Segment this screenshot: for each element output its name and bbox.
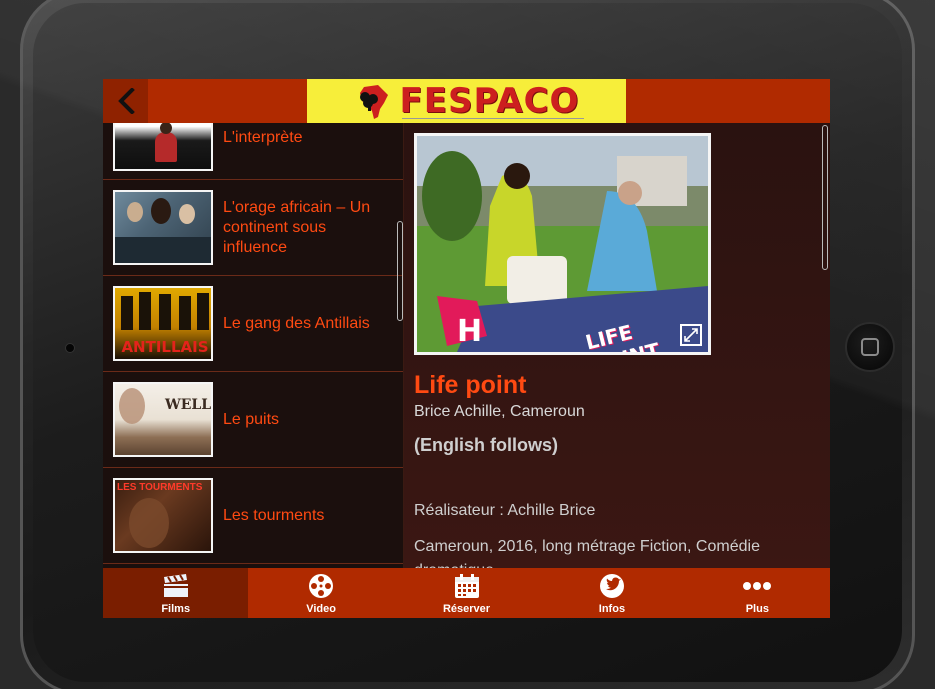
expand-icon[interactable] bbox=[680, 324, 702, 346]
logo-underline bbox=[402, 118, 584, 119]
film-detail-subtitle: Brice Achille, Cameroun bbox=[414, 403, 585, 420]
tab-label: Réserver bbox=[442, 603, 491, 615]
film-thumbnail: LES TOURMENTS bbox=[113, 478, 213, 553]
film-info: Cameroun, 2016, long métrage Fiction, Co… bbox=[414, 538, 760, 568]
detail-scrollbar[interactable] bbox=[822, 125, 828, 270]
more-icon bbox=[743, 582, 772, 590]
film-thumbnail bbox=[113, 190, 213, 265]
film-detail-title: Life point bbox=[414, 371, 527, 399]
tab-label: Video bbox=[306, 603, 336, 615]
list-item[interactable]: LES TOURMENTS Les tourments bbox=[103, 468, 403, 564]
film-language-note: (English follows) bbox=[414, 435, 558, 455]
tab-label: Plus bbox=[745, 603, 769, 615]
clapperboard-icon bbox=[163, 574, 188, 597]
list-item[interactable]: WELL Le puits bbox=[103, 372, 403, 468]
svg-text:H: H bbox=[457, 314, 482, 349]
film-title: Le puits bbox=[223, 411, 280, 428]
film-director: Réalisateur : Achille Brice bbox=[414, 502, 596, 519]
africa-map-icon bbox=[359, 85, 388, 119]
tab-label: Infos bbox=[598, 603, 626, 615]
film-title: L'orage africain – Un continent sous inf… bbox=[223, 199, 371, 256]
list-item[interactable]: ANTILLAIS Le gang des Antillais bbox=[103, 276, 403, 372]
film-thumbnail: WELL bbox=[113, 382, 213, 457]
home-button[interactable] bbox=[845, 322, 895, 372]
film-title: Le gang des Antillais bbox=[223, 315, 370, 332]
list-item[interactable]: L'interprète bbox=[103, 123, 403, 180]
tab-plus[interactable]: Plus bbox=[685, 568, 830, 618]
calendar-icon bbox=[454, 574, 479, 598]
tab-bar: Films Video Réserver Infos Plus bbox=[103, 568, 830, 618]
film-detail: H LIFE POINT Life point Brice Achille, C… bbox=[404, 123, 830, 568]
logo-text: FESPACO bbox=[399, 81, 580, 121]
film-hero-image[interactable]: H LIFE POINT bbox=[414, 133, 711, 355]
top-bar: FESPACO bbox=[103, 79, 830, 123]
film-title: L'interprète bbox=[223, 129, 303, 146]
list-item[interactable]: L'orage africain – Un continent sous inf… bbox=[103, 180, 403, 276]
film-thumbnail: ANTILLAIS bbox=[113, 286, 213, 361]
tab-reserver[interactable]: Réserver bbox=[394, 568, 539, 618]
expand-arrows-icon bbox=[684, 328, 698, 342]
app-screen: FESPACO L'interprète L'orage africain – … bbox=[103, 79, 830, 618]
twitter-icon bbox=[599, 574, 624, 598]
tab-films[interactable]: Films bbox=[103, 568, 249, 618]
tab-infos[interactable]: Infos bbox=[539, 568, 684, 618]
film-thumbnail bbox=[113, 123, 213, 171]
film-list[interactable]: L'interprète L'orage africain – Un conti… bbox=[103, 123, 403, 568]
film-title: Les tourments bbox=[223, 507, 325, 524]
back-button[interactable] bbox=[103, 79, 148, 123]
chevron-left-icon bbox=[117, 88, 135, 114]
tab-label: Films bbox=[161, 603, 191, 615]
home-square-icon bbox=[861, 338, 879, 356]
film-reel-icon bbox=[309, 574, 334, 598]
fespaco-logo: FESPACO bbox=[307, 79, 626, 123]
front-camera bbox=[65, 343, 75, 353]
tab-video[interactable]: Video bbox=[248, 568, 393, 618]
